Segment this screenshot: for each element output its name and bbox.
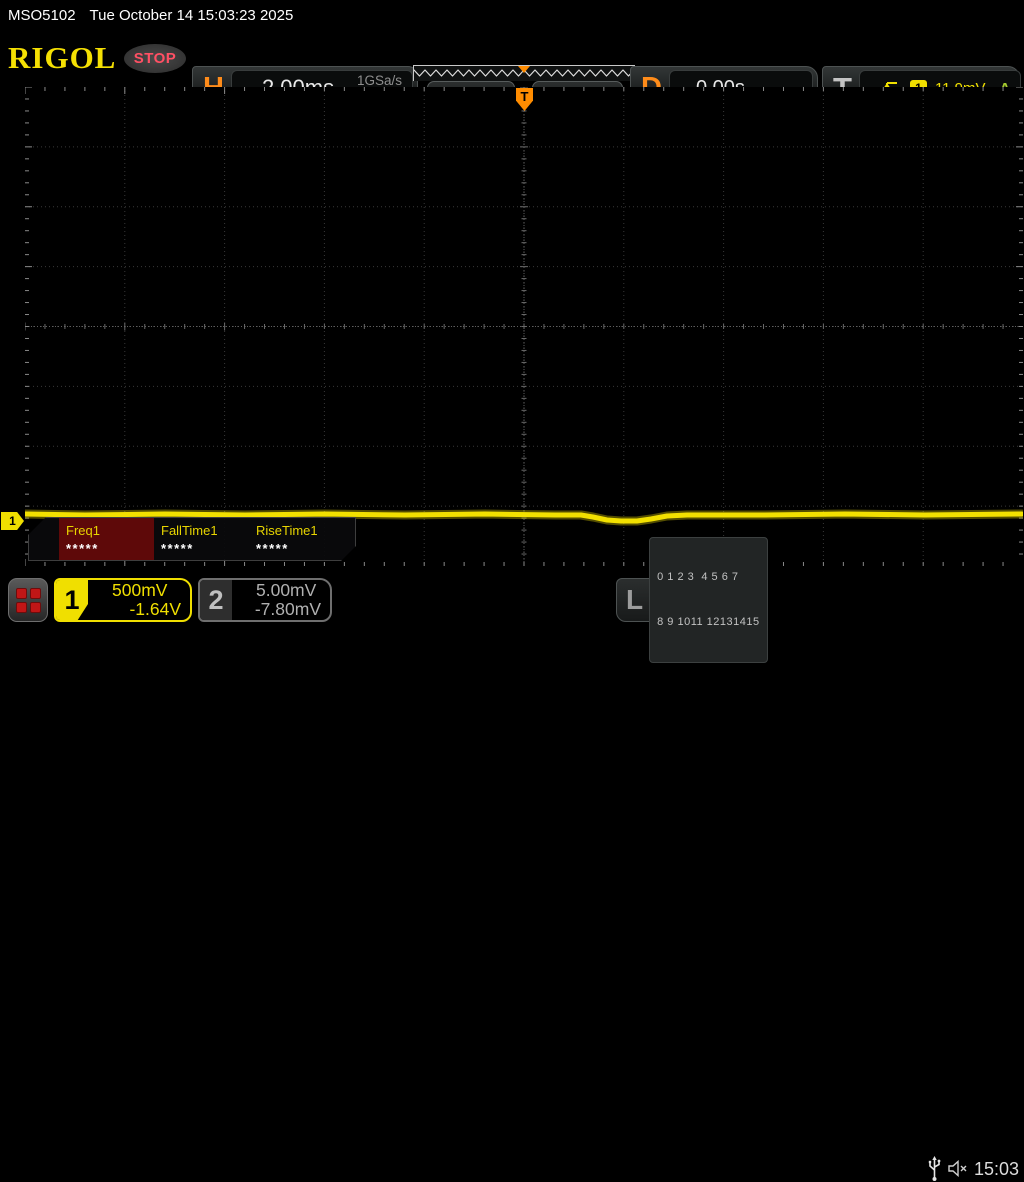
logic-channel-numbers: 0 1 2 3 4 5 6 7 8 9 1011 12131415 xyxy=(649,537,768,663)
measurement-results-box[interactable]: Freq1 ***** FallTime1 ***** RiseTime1 **… xyxy=(28,517,356,561)
channel1-status-block[interactable]: 1 500mV -1.64V xyxy=(54,578,192,622)
logic-analyzer-label: L xyxy=(626,584,644,615)
four-squares-icon xyxy=(15,587,41,613)
sample-rate: 1GSa/s xyxy=(356,73,402,88)
speaker-muted-icon[interactable] xyxy=(948,1160,970,1177)
channel1-offset: -1.64V xyxy=(129,599,181,619)
graticule-grid xyxy=(20,86,1024,566)
clock-text: 15:03 xyxy=(974,1159,1020,1179)
measurement-item-risetime[interactable]: RiseTime1 ***** xyxy=(249,518,344,560)
measurement-name: FallTime1 xyxy=(161,523,218,538)
measurement-item-freq[interactable]: Freq1 ***** xyxy=(59,518,154,560)
usb-icon xyxy=(928,1156,941,1181)
measurement-name: Freq1 xyxy=(66,523,100,538)
channel2-scale: 5.00mV xyxy=(256,580,317,600)
toolbar: RIGOL STOP H 2.00ms 1GSa/s 20Mpts Measur… xyxy=(0,30,1024,110)
bottom-status-bar: 1 500mV -1.64V 2 5.00mV -7.80mV L 0 1 2 … xyxy=(0,537,1024,1181)
model-name: MSO5102 xyxy=(8,6,76,24)
channel2-badge: 2 xyxy=(200,580,232,620)
windows-menu-button[interactable] xyxy=(8,578,48,622)
channel1-badge: 1 xyxy=(56,580,88,620)
measurement-item-falltime[interactable]: FallTime1 ***** xyxy=(154,518,249,560)
channel1-values: 500mV -1.64V xyxy=(88,580,190,620)
datetime-text: Tue October 14 15:03:23 2025 xyxy=(89,6,294,24)
memory-position-triangle-icon xyxy=(518,66,530,73)
waveform-display-area[interactable] xyxy=(20,86,1024,566)
top-info-bar: MSO5102 Tue October 14 15:03:23 2025 xyxy=(0,0,1024,30)
channel1-scale: 500mV xyxy=(112,580,168,600)
channel1-ground-marker[interactable]: 1 xyxy=(1,512,24,530)
logic-analyzer-status-block[interactable]: L 0 1 2 3 4 5 6 7 8 9 1011 12131415 xyxy=(616,537,768,663)
measurement-value: ***** xyxy=(66,541,99,556)
channel2-offset: -7.80mV xyxy=(254,599,321,619)
measurement-value: ***** xyxy=(161,541,194,556)
channel2-status-block[interactable]: 2 5.00mV -7.80mV xyxy=(198,578,332,622)
rigol-logo: RIGOL xyxy=(8,40,117,75)
measurement-value: ***** xyxy=(256,541,289,556)
measurement-name: RiseTime1 xyxy=(256,523,318,538)
channel2-values: 5.00mV -7.80mV xyxy=(232,580,330,620)
run-state-badge[interactable]: STOP xyxy=(124,44,186,73)
